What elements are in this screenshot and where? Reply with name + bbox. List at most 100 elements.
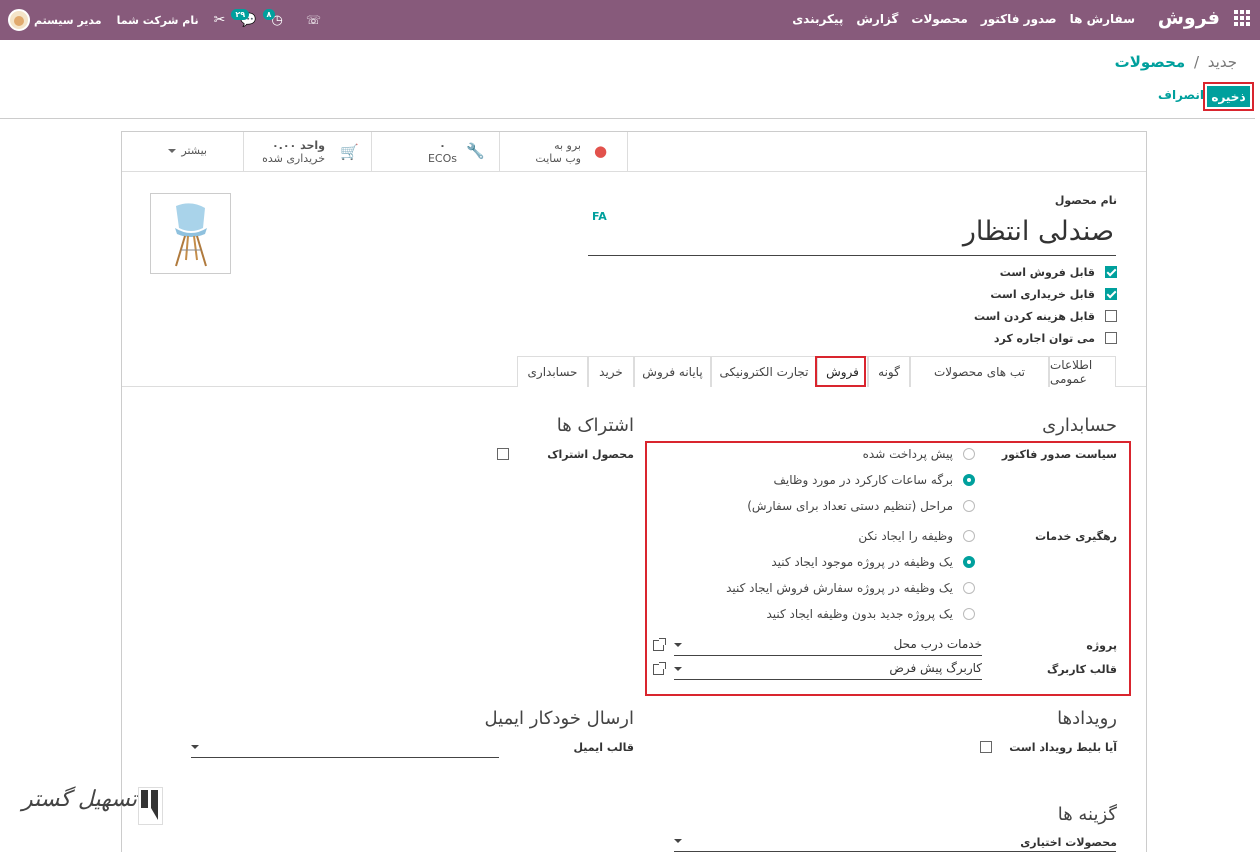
messages-badge: ۲۹ <box>231 8 250 20</box>
can-be-purchased-checkbox[interactable] <box>1105 288 1117 300</box>
app-name: فروش <box>1157 7 1220 29</box>
save-button[interactable]: ذخیره <box>1207 86 1250 107</box>
policy-milestones-label: مراحل (تنظیم دستی تعداد برای سفارش) <box>747 499 953 513</box>
activities-menu[interactable]: ◷ ۸ <box>262 8 283 28</box>
purchased-button[interactable]: 🛒 ۰.۰۰ واحد خریداری شده <box>244 132 372 172</box>
smart-button-box: بیشتر 🛒 ۰.۰۰ واحد خریداری شده 🔧 ۰ ECOs ●… <box>122 132 1146 172</box>
can-be-expensed-row: قابل هزینه کردن است <box>974 305 1117 327</box>
email-template-label: قالب ایمیل <box>573 741 634 754</box>
project-external-link-icon[interactable] <box>653 638 666 651</box>
tracking-option-so-project[interactable]: یک وظیفه در پروژه سفارش فروش ایجاد کنید <box>726 581 975 595</box>
menu-item-reporting[interactable]: گزارش <box>856 12 898 26</box>
policy-timesheets-radio[interactable] <box>963 474 975 486</box>
can-be-sold-checkbox[interactable] <box>1105 266 1117 278</box>
cart-icon: 🛒 <box>340 143 359 161</box>
menu-item-orders[interactable]: سفارش ها <box>1070 12 1135 26</box>
website-button[interactable]: ● برو به وب سایت <box>500 132 628 172</box>
tracking-existing-project-radio[interactable] <box>963 556 975 568</box>
menu-item-products[interactable]: محصولات <box>911 12 967 26</box>
email-template-dropdown-icon[interactable] <box>191 745 199 749</box>
globe-icon: ● <box>594 142 608 160</box>
company-name[interactable]: نام شرکت شما <box>117 14 199 27</box>
tracking-existing-project-label: یک وظیفه در پروژه موجود ایجاد کنید <box>771 555 953 569</box>
options-section-title: گزینه ها <box>1057 804 1117 825</box>
timesheet-template-field[interactable]: کاربرگ پیش فرض <box>674 658 982 680</box>
project-field[interactable]: خدمات درب محل <box>674 634 982 656</box>
watermark-text: تسهیل گستر <box>22 787 138 812</box>
tracking-so-project-radio[interactable] <box>963 582 975 594</box>
ecos-count: ۰ <box>439 139 446 152</box>
can-be-sold-label: قابل فروش است <box>999 265 1095 279</box>
events-section-title: رویدادها <box>1057 708 1117 729</box>
can-be-expensed-checkbox[interactable] <box>1105 310 1117 322</box>
control-panel-divider <box>0 118 1255 119</box>
discard-button[interactable]: انصراف <box>1158 88 1204 102</box>
watermark-logo <box>138 787 163 825</box>
tab-ecommerce[interactable]: تجارت الکترونیکی <box>711 356 817 387</box>
optional-products-dropdown-icon[interactable] <box>674 839 682 843</box>
more-button[interactable]: بیشتر <box>122 132 244 172</box>
ecos-label: ECOs <box>427 152 457 165</box>
subscription-product-checkbox[interactable] <box>497 448 509 460</box>
tracking-option-existing-project[interactable]: یک وظیفه در پروژه موجود ایجاد کنید <box>771 555 975 569</box>
can-be-rented-label: می توان اجاره کرد <box>993 331 1095 345</box>
optional-products-field[interactable] <box>674 830 1116 852</box>
phone-icon[interactable]: ☏ <box>306 13 321 27</box>
service-tracking-label: رهگیری خدمات <box>1035 530 1117 543</box>
website-line2: وب سایت <box>535 152 581 165</box>
save-button-highlight: ذخیره <box>1203 82 1254 111</box>
invoice-policy-label: سیاست صدور فاکتور <box>1001 448 1117 461</box>
project-dropdown-icon[interactable] <box>674 643 682 647</box>
top-navbar: فروش سفارش ها صدور فاکتور محصولات گزارش … <box>0 0 1260 40</box>
menu-item-invoicing[interactable]: صدور فاکتور <box>981 12 1057 26</box>
product-image[interactable] <box>150 193 231 274</box>
ecos-button[interactable]: 🔧 ۰ ECOs <box>372 132 500 172</box>
timesheet-template-external-link-icon[interactable] <box>653 662 666 675</box>
invoicing-section-title: حسابداری <box>1042 415 1117 436</box>
tab-product-tabs[interactable]: تب های محصولات <box>910 356 1049 387</box>
wrench-icon: 🔧 <box>466 142 485 160</box>
auto-email-section-title: ارسال خودکار ایمیل <box>484 708 634 729</box>
subscription-product-label: محصول اشتراک <box>547 448 634 461</box>
tab-point-of-sale[interactable]: پایانه فروش <box>634 356 711 387</box>
subscriptions-section-title: اشتراک ها <box>556 415 634 436</box>
tab-purchase[interactable]: خرید <box>588 356 634 387</box>
activities-badge: ۸ <box>262 8 276 20</box>
email-template-field[interactable] <box>191 736 499 758</box>
sales-tab-highlight <box>815 356 866 387</box>
main-menu: سفارش ها صدور فاکتور محصولات گزارش پیکرب… <box>792 12 1135 26</box>
messages-menu[interactable]: 💬 ۲۹ <box>231 8 257 28</box>
can-be-purchased-label: قابل خریداری است <box>990 287 1095 301</box>
user-avatar <box>8 9 30 31</box>
timesheet-template-dropdown-icon[interactable] <box>674 667 682 671</box>
policy-prepaid-radio[interactable] <box>963 448 975 460</box>
tab-variants[interactable]: گونه <box>868 356 910 387</box>
policy-milestones-radio[interactable] <box>963 500 975 512</box>
purchased-label: خریداری شده <box>262 152 325 165</box>
policy-option-milestones[interactable]: مراحل (تنظیم دستی تعداد برای سفارش) <box>747 499 975 513</box>
caret-down-icon <box>168 149 176 153</box>
policy-option-prepaid[interactable]: پیش پرداخت شده <box>863 447 975 461</box>
timesheet-template-value: کاربرگ پیش فرض <box>889 661 982 675</box>
policy-prepaid-label: پیش پرداخت شده <box>862 447 953 461</box>
tracking-new-project-label: یک پروژه جدید بدون وظیفه ایجاد کنید <box>766 607 953 621</box>
event-ticket-label: آیا بلیط رویداد است <box>1009 741 1117 754</box>
tracking-no-task-radio[interactable] <box>963 530 975 542</box>
apps-menu-icon[interactable] <box>1234 10 1250 26</box>
event-ticket-checkbox[interactable] <box>980 741 992 753</box>
tab-accounting[interactable]: حسابداری <box>517 356 588 387</box>
project-label: پروژه <box>1086 639 1117 652</box>
tracking-option-new-project[interactable]: یک پروژه جدید بدون وظیفه ایجاد کنید <box>766 607 975 621</box>
purchased-value: ۰.۰۰ واحد <box>271 139 325 152</box>
tracking-option-no-task[interactable]: وظیفه را ایجاد نکن <box>858 529 975 543</box>
user-menu[interactable]: مدیر سیستم <box>8 9 102 31</box>
breadcrumb-products-link[interactable]: محصولات <box>1115 53 1186 71</box>
menu-item-configuration[interactable]: پیکربندی <box>792 12 843 26</box>
policy-option-timesheets[interactable]: برگه ساعات کارکرد در مورد وظایف <box>773 473 975 487</box>
debug-tools-icon[interactable]: ✂ <box>214 12 226 28</box>
tab-general-information[interactable]: اطلاعات عمومی <box>1049 356 1116 387</box>
product-name-field[interactable]: صندلی انتظار <box>588 212 1116 256</box>
breadcrumb-current: جدید <box>1207 53 1237 71</box>
can-be-rented-checkbox[interactable] <box>1105 332 1117 344</box>
tracking-new-project-radio[interactable] <box>963 608 975 620</box>
